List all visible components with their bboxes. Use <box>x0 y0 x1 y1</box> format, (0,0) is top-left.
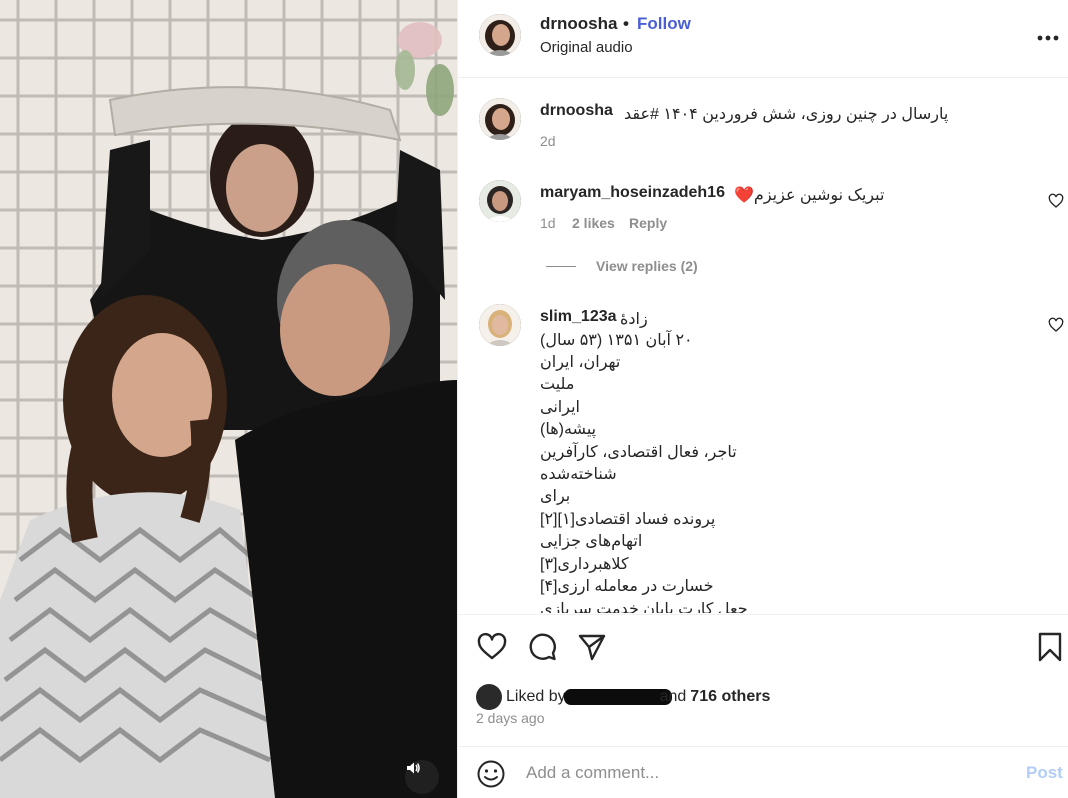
replies-divider <box>546 266 576 267</box>
comment-like-icon[interactable] <box>1048 193 1064 209</box>
caption-time[interactable]: 2d <box>540 133 556 149</box>
comment-line: زادهٔ <box>620 311 648 328</box>
author-username[interactable]: drnoosha <box>540 14 617 34</box>
post-media[interactable] <box>0 0 457 798</box>
comment-line: تهران، ایران <box>540 354 621 371</box>
heart-icon[interactable] <box>476 631 508 663</box>
comment-line: پرونده فساد اقتصادی[۱][۲] <box>540 511 716 528</box>
commenter-username[interactable]: maryam_hoseinzadeh16 <box>540 184 725 202</box>
post-photo <box>0 0 457 798</box>
audio-label[interactable]: Original audio <box>540 39 633 56</box>
more-options-button[interactable] <box>1036 26 1060 50</box>
comment-line: پیشه(ها) <box>540 421 597 438</box>
comment-line: خسارت در معامله ارزی[۴] <box>540 578 714 595</box>
caption-text: پارسال در چنین روزی، شش فروردین ۱۴۰۴ #عق… <box>624 106 949 123</box>
speaker-icon <box>407 762 420 774</box>
comments-list[interactable]: drnoosha پارسال در چنین روزی، شش فروردین… <box>458 80 1068 613</box>
author-avatar[interactable] <box>479 14 521 56</box>
comment-line: ۲۰ آبان ۱۳۵۱ (۵۳ سال) <box>540 332 693 349</box>
commenter-username[interactable]: slim_123a <box>540 308 617 326</box>
follow-button[interactable]: Follow <box>637 14 691 34</box>
comment-line: ایرانی <box>540 399 580 416</box>
share-icon[interactable] <box>576 631 608 663</box>
comment-time[interactable]: 1d <box>540 215 556 231</box>
comment-icon[interactable] <box>526 631 558 663</box>
post-timestamp[interactable]: 2 days ago <box>476 710 545 726</box>
audio-toggle-button[interactable] <box>405 760 439 794</box>
bookmark-icon[interactable] <box>1034 631 1066 663</box>
liked-by-label: Liked by <box>506 688 566 705</box>
comment-like-icon[interactable] <box>1048 317 1064 333</box>
post-comment-button[interactable]: Post <box>1026 763 1063 783</box>
add-comment-bar: Post <box>458 746 1068 798</box>
more-options-icon <box>1037 35 1059 41</box>
comment-line: اتهام‌های جزایی <box>540 533 643 550</box>
comment-line: تاجر، فعال اقتصادی، کارآفرین <box>540 444 737 461</box>
likes-summary[interactable]: Liked by and 716 others <box>476 683 770 711</box>
post-details-panel: drnoosha • Follow Original audio drnoosh… <box>457 0 1068 798</box>
commenter-avatar[interactable] <box>479 180 521 222</box>
comment-line: کلاهبرداری[۳] <box>540 556 629 573</box>
redacted-username <box>563 689 672 705</box>
comment-line: ملیت <box>540 376 575 393</box>
post-actions: Liked by and 716 others <box>458 614 1068 746</box>
comment-text: تبریک نوشین عزیزم❤️ <box>734 187 885 204</box>
commenter-avatar[interactable] <box>479 304 521 346</box>
likes-and-label: and <box>659 688 687 705</box>
comment-line: جعل کارت پایان خدمت سربازی <box>540 601 748 613</box>
separator-dot: • <box>623 14 629 33</box>
comment-line: برای <box>540 488 571 505</box>
reply-button[interactable]: Reply <box>629 215 667 231</box>
comment-input[interactable] <box>526 759 996 787</box>
comment-likes[interactable]: 2 likes <box>572 215 615 231</box>
caption-username[interactable]: drnoosha <box>540 102 613 120</box>
liker-avatar <box>476 684 502 710</box>
caption-avatar[interactable] <box>479 98 521 140</box>
view-replies-button[interactable]: View replies (2) <box>596 258 698 274</box>
likes-count[interactable]: 716 others <box>690 688 770 706</box>
comment-line: شناخته‌شده <box>540 466 617 483</box>
emoji-icon[interactable] <box>476 759 506 789</box>
post-header: drnoosha • Follow Original audio <box>458 0 1068 78</box>
